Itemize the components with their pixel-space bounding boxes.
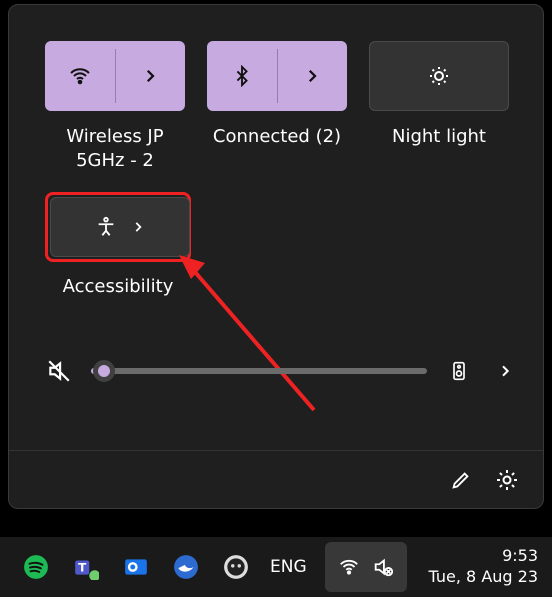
tray-wifi-icon (338, 556, 360, 578)
app-outlook-icon[interactable] (122, 553, 150, 581)
app-spotify-icon[interactable] (22, 553, 50, 581)
audio-expand-chevron[interactable] (491, 357, 519, 385)
volume-mute-icon[interactable] (45, 357, 73, 385)
accessibility-label: Accessibility (45, 276, 191, 297)
nightlight-icon (427, 64, 451, 88)
volume-row (45, 357, 519, 385)
accessibility-toggle[interactable] (50, 197, 190, 257)
wifi-toggle[interactable] (45, 41, 185, 111)
volume-slider[interactable] (91, 368, 427, 374)
panel-footer (9, 450, 543, 508)
accessibility-icon (95, 216, 117, 238)
wifi-tile: Wireless JP 5GHz - 2 (45, 41, 185, 174)
app-teams-icon[interactable]: T (72, 553, 100, 581)
quick-tiles-row: Wireless JP 5GHz - 2 Connected (2) (45, 41, 507, 174)
wifi-icon[interactable] (45, 41, 115, 111)
nightlight-toggle[interactable] (369, 41, 509, 111)
language-indicator[interactable]: ENG (270, 557, 307, 577)
bluetooth-icon[interactable] (207, 41, 277, 111)
annotation-highlight-box (45, 192, 191, 262)
volume-slider-thumb[interactable] (93, 360, 115, 382)
chevron-right-icon (131, 220, 145, 234)
quick-settings-panel: Wireless JP 5GHz - 2 Connected (2) (8, 4, 544, 509)
tray-volume-muted-icon (372, 556, 394, 578)
svg-text:T: T (78, 560, 87, 574)
bluetooth-expand[interactable] (277, 41, 347, 111)
clock-date: Tue, 8 Aug 23 (429, 567, 538, 588)
wifi-label: Wireless JP 5GHz - 2 (45, 125, 185, 174)
bluetooth-tile: Connected (2) (207, 41, 347, 174)
clock[interactable]: 9:53 Tue, 8 Aug 23 (429, 546, 552, 588)
app-thunderbird-icon[interactable] (172, 553, 200, 581)
clock-time: 9:53 (429, 546, 538, 567)
bluetooth-label: Connected (2) (207, 125, 347, 149)
taskbar-apps: T (22, 553, 250, 581)
wifi-expand[interactable] (115, 41, 185, 111)
taskbar: T ENG 9:53 Tue, 8 Aug 23 (0, 537, 552, 597)
app-github-desktop-icon[interactable] (222, 553, 250, 581)
settings-gear-icon[interactable] (493, 466, 521, 494)
system-tray-active[interactable] (325, 542, 407, 592)
audio-output-icon[interactable] (445, 357, 473, 385)
nightlight-label: Night light (369, 125, 509, 149)
edit-pencil-icon[interactable] (447, 466, 475, 494)
bluetooth-toggle[interactable] (207, 41, 347, 111)
nightlight-tile: Night light (369, 41, 509, 174)
